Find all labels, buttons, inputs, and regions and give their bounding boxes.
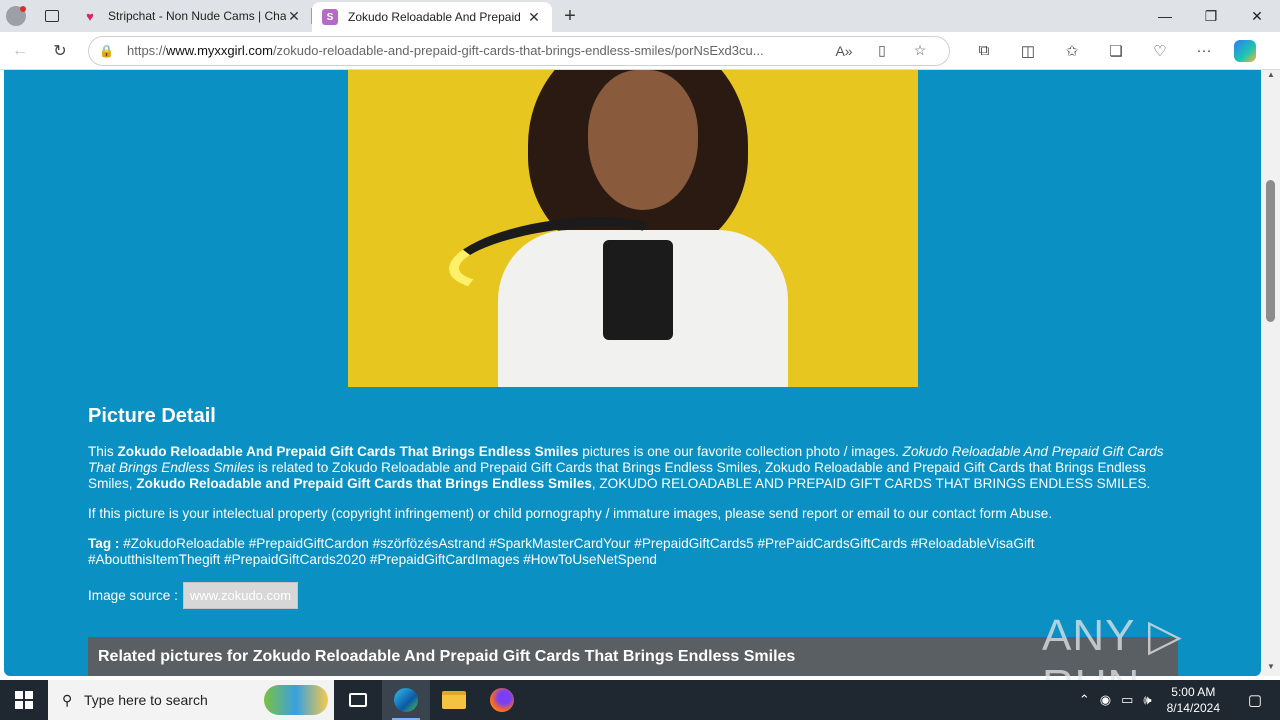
address-bar[interactable]: 🔒 https://www.myxxgirl.com/zokudo-reload… (88, 35, 950, 66)
tag-list[interactable]: #ZokudoReloadable #PrepaidGiftCardon #sz… (88, 536, 1035, 567)
firefox-icon (490, 688, 514, 712)
read-aloud-icon[interactable]: A» (825, 43, 863, 59)
url-text[interactable]: https://www.myxxgirl.com/zokudo-reloadab… (127, 43, 825, 58)
desc-part: pictures is one our favorite collection … (578, 444, 903, 459)
tab-actions-icon (45, 10, 59, 22)
close-tab-icon[interactable]: ✕ (286, 8, 302, 25)
split-screen-icon[interactable]: ◫ (1006, 42, 1050, 60)
notifications-icon[interactable]: ▢ (1235, 691, 1275, 709)
tab-strip: ♥ Stripchat - Non Nude Cams | Cha ✕ S Zo… (0, 0, 1280, 32)
tab-stripchat[interactable]: ♥ Stripchat - Non Nude Cams | Cha ✕ (72, 0, 312, 32)
tab-zokudo[interactable]: S Zokudo Reloadable And Prepaid ✕ (312, 2, 552, 32)
extensions-icon[interactable]: ⧉ (962, 42, 1006, 60)
meet-now-icon[interactable]: ◉ (1100, 692, 1111, 708)
more-menu-icon[interactable]: ··· (1182, 42, 1226, 60)
search-icon: ⚲ (62, 691, 73, 708)
heart-icon: ♥ (86, 8, 94, 24)
clock-time: 5:00 AM (1171, 685, 1216, 699)
back-button[interactable]: ← (0, 42, 40, 60)
url-path: /zokudo-reloadable-and-prepaid-gift-card… (272, 43, 764, 58)
copyright-notice: If this picture is your intelectual prop… (88, 506, 1053, 521)
url-domain: www.myxxgirl.com (166, 43, 273, 58)
detail-heading: Picture Detail (88, 405, 216, 427)
copilot-icon[interactable] (1234, 39, 1256, 62)
close-tab-icon[interactable]: ✕ (526, 9, 542, 26)
notification-dot (20, 6, 26, 12)
hero-image[interactable] (348, 70, 918, 387)
edge-icon (394, 688, 418, 712)
desc-part: This (88, 444, 118, 459)
description: This Zokudo Reloadable And Prepaid Gift … (88, 444, 1164, 492)
scroll-up-arrow[interactable]: ▲ (1262, 70, 1280, 84)
source-link[interactable]: www.zokudo.com (182, 582, 299, 609)
page-body: Picture Detail This Zokudo Reloadable An… (4, 70, 1261, 680)
file-explorer-button[interactable] (430, 680, 478, 720)
chevron-up-icon[interactable]: ⌃ (1079, 692, 1090, 708)
favorites-icon[interactable]: ✩ (1050, 42, 1094, 60)
edge-taskbar-button[interactable] (382, 680, 430, 720)
volume-icon[interactable]: 🕪 (1143, 692, 1151, 708)
tab-actions-button[interactable] (32, 0, 72, 32)
related-heading: Related pictures for Zokudo Reloadable A… (88, 637, 1178, 676)
restore-button[interactable]: ❐ (1188, 8, 1234, 25)
toolbar-icons: ⧉ ◫ ✩ ❏ ♡ ··· (962, 42, 1226, 60)
scroll-down-arrow[interactable]: ▼ (1262, 662, 1280, 676)
taskbar: ⚲ Type here to search ⌃ ◉ ▭ 🕪 5:00 AM 8/… (0, 680, 1280, 720)
vertical-scrollbar[interactable]: ▲ ▼ (1262, 70, 1280, 676)
hero-phone (603, 240, 673, 340)
web-content: Picture Detail This Zokudo Reloadable An… (0, 70, 1280, 680)
task-view-button[interactable] (334, 680, 382, 720)
url-prefix: https:// (127, 43, 167, 58)
scroll-thumb[interactable] (1266, 180, 1275, 322)
system-tray: ⌃ ◉ ▭ 🕪 5:00 AM 8/14/2024 ▢ (1074, 684, 1280, 716)
folder-icon (442, 691, 466, 709)
image-source: Image source : www.zokudo.com (88, 582, 1164, 609)
taskbar-search[interactable]: ⚲ Type here to search (48, 680, 334, 720)
refresh-button[interactable]: ↻ (40, 41, 80, 61)
hero-face (588, 70, 698, 210)
source-label: Image source : (88, 588, 178, 603)
search-highlight-image (264, 685, 328, 715)
clock[interactable]: 5:00 AM 8/14/2024 (1167, 684, 1220, 716)
browser-essentials-icon[interactable]: ♡ (1138, 42, 1182, 60)
desc-bold: Zokudo Reloadable And Prepaid Gift Cards… (117, 444, 579, 459)
favorite-star-icon[interactable]: ☆ (901, 42, 939, 59)
tags: Tag : #ZokudoReloadable #PrepaidGiftCard… (88, 536, 1164, 568)
collections-icon[interactable]: ❏ (1094, 42, 1138, 60)
desc-part: , ZOKUDO RELOADABLE AND PREPAID GIFT CAR… (591, 476, 1151, 491)
s-favicon-icon: S (322, 9, 338, 25)
desc-bold: Zokudo Reloadable and Prepaid Gift Cards… (136, 476, 592, 491)
search-placeholder: Type here to search (84, 692, 208, 708)
immersive-reader-icon[interactable]: ▯ (863, 42, 901, 59)
close-window-button[interactable]: ✕ (1234, 8, 1280, 25)
window-controls: — ❐ ✕ (1142, 8, 1280, 25)
tab-title: Zokudo Reloadable And Prepaid (348, 10, 521, 24)
clock-date: 8/14/2024 (1166, 701, 1220, 715)
anyrun-watermark: ANY ▷ RUN (1042, 611, 1183, 680)
picture-detail: Picture Detail This Zokudo Reloadable An… (88, 405, 1164, 609)
lock-icon[interactable]: 🔒 (99, 44, 127, 58)
profile-button[interactable] (0, 0, 32, 32)
start-button[interactable] (0, 680, 48, 720)
firefox-button[interactable] (478, 680, 526, 720)
network-icon[interactable]: ▭ (1121, 692, 1133, 708)
task-view-icon (349, 693, 367, 707)
new-tab-button[interactable]: + (552, 5, 588, 28)
tab-title: Stripchat - Non Nude Cams | Cha (108, 9, 286, 23)
address-toolbar: ← ↻ 🔒 https://www.myxxgirl.com/zokudo-re… (0, 32, 1280, 70)
minimize-button[interactable]: — (1142, 8, 1188, 25)
tag-label: Tag : (88, 536, 120, 551)
